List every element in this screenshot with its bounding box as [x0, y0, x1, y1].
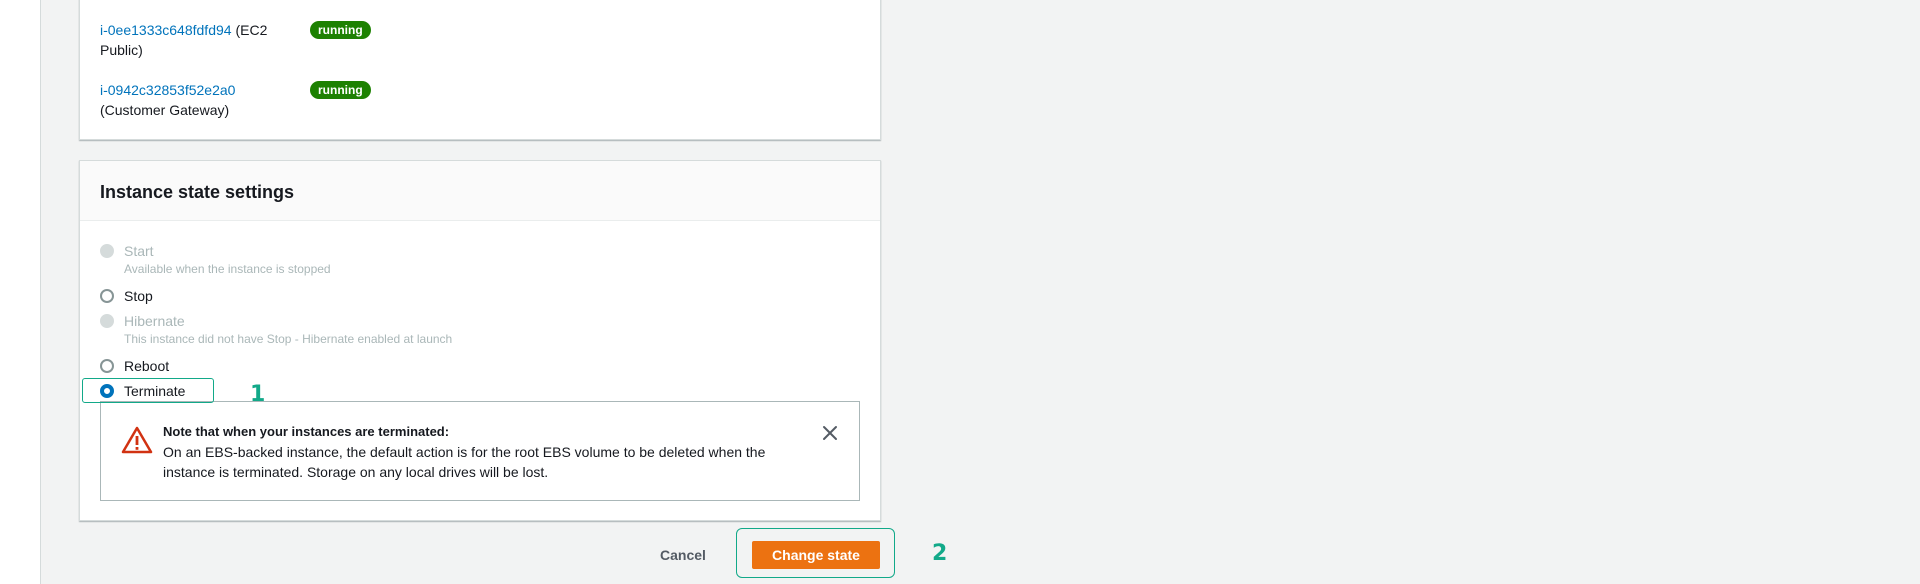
- radio-description: This instance did not have Stop - Hibern…: [124, 332, 453, 346]
- radio-button[interactable]: [100, 289, 114, 303]
- selected-instances-panel: i-0ee1333c648fdfd94 (EC2 Public) running…: [79, 0, 881, 140]
- cancel-button[interactable]: Cancel: [660, 543, 706, 567]
- instance-id-link[interactable]: i-0ee1333c648fdfd94: [100, 22, 232, 38]
- radio-label: Stop: [124, 288, 153, 304]
- step-number-1: 1: [250, 382, 266, 407]
- close-icon[interactable]: [821, 424, 839, 442]
- warning-icon: [121, 426, 153, 454]
- radio-label: Hibernate: [124, 313, 185, 329]
- terminate-warning-alert: Note that when your instances are termin…: [100, 401, 860, 501]
- navigation-rail: [0, 0, 41, 584]
- instance-row: i-0ee1333c648fdfd94 (EC2 Public) running: [100, 20, 371, 60]
- radio-description: Available when the instance is stopped: [124, 262, 331, 276]
- instance-name: i-0942c32853f52e2a0 (Customer Gateway): [100, 80, 310, 120]
- instance-state-settings-panel: Instance state settings Start Available …: [79, 160, 881, 521]
- instance-name-part: Public): [100, 42, 143, 58]
- radio-option-reboot[interactable]: Reboot: [100, 356, 169, 376]
- radio-button[interactable]: [100, 359, 114, 373]
- alert-message: On an EBS-backed instance, the default a…: [163, 444, 766, 480]
- alert-title: Note that when your instances are termin…: [163, 424, 450, 439]
- radio-option-stop[interactable]: Stop: [100, 286, 153, 306]
- panel-title: Instance state settings: [100, 182, 295, 202]
- instance-name-part: (Customer Gateway): [100, 102, 230, 118]
- radio-option-start[interactable]: Start Available when the instance is sto…: [100, 241, 331, 277]
- instance-row: i-0942c32853f52e2a0 (Customer Gateway) r…: [100, 80, 371, 120]
- instance-id-link[interactable]: i-0942c32853f52e2a0: [100, 82, 235, 98]
- status-badge: running: [310, 81, 371, 99]
- status-badge: running: [310, 21, 371, 39]
- highlight-box-terminate: [82, 378, 214, 403]
- radio-option-hibernate[interactable]: Hibernate This instance did not have Sto…: [100, 311, 452, 347]
- instance-name-part: (EC2: [231, 22, 268, 38]
- radio-button[interactable]: [100, 314, 114, 328]
- step-number-2: 2: [932, 541, 948, 566]
- radio-label: Start: [124, 243, 154, 259]
- highlight-box-change-state: [736, 528, 895, 578]
- radio-label: Reboot: [124, 358, 170, 374]
- panel-header: Instance state settings: [80, 161, 880, 221]
- radio-button[interactable]: [100, 244, 114, 258]
- instance-name: i-0ee1333c648fdfd94 (EC2 Public): [100, 20, 310, 60]
